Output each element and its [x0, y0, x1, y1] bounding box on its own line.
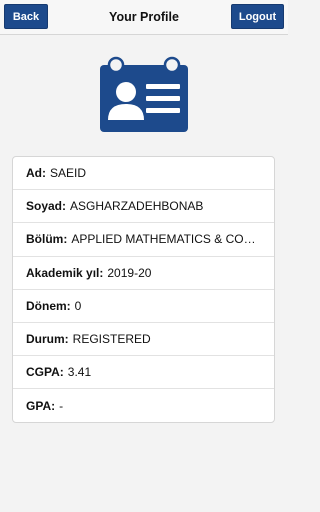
row-label: Dönem:: [26, 298, 71, 313]
profile-row-durum: Durum: REGISTERED: [13, 323, 274, 357]
row-label: Akademik yıl:: [26, 265, 104, 280]
row-label: CGPA:: [26, 365, 64, 380]
row-value: ASGHARZADEHBONAB: [70, 199, 204, 214]
profile-row-gpa: GPA: -: [13, 389, 274, 422]
logout-button[interactable]: Logout: [231, 4, 284, 29]
id-card-icon: [96, 56, 192, 136]
row-label: GPA:: [26, 398, 56, 413]
page-title: Your Profile: [109, 10, 179, 24]
row-value: -: [59, 398, 64, 413]
row-value: REGISTERED: [72, 332, 151, 347]
row-label: Ad:: [26, 166, 46, 181]
row-value: 3.41: [67, 365, 92, 380]
row-label: Bölüm:: [26, 232, 68, 247]
profile-row-donem: Dönem: 0: [13, 290, 274, 323]
profile-row-ad: Ad: SAEID: [13, 157, 274, 191]
profile-row-bolum: Bölüm: APPLIED MATHEMATICS & COMPUTER SC…: [13, 223, 274, 257]
row-label: Soyad:: [26, 199, 67, 214]
row-value: SAEID: [50, 166, 87, 181]
navigation-header: Back Your Profile Logout: [0, 0, 288, 35]
back-button[interactable]: Back: [4, 4, 48, 29]
profile-row-soyad: Soyad: ASGHARZADEHBONAB: [13, 190, 274, 224]
row-value: 2019-20: [107, 265, 152, 280]
profile-row-cgpa: CGPA: 3.41: [13, 356, 274, 390]
row-label: Durum:: [26, 332, 69, 347]
profile-row-akademik-yil: Akademik yıl: 2019-20: [13, 257, 274, 290]
profile-card: Ad: SAEID Soyad: ASGHARZADEHBONAB Bölüm:…: [12, 156, 275, 423]
row-value: APPLIED MATHEMATICS & COMPUTER SCIENCE: [71, 232, 264, 247]
row-value: 0: [74, 298, 82, 313]
